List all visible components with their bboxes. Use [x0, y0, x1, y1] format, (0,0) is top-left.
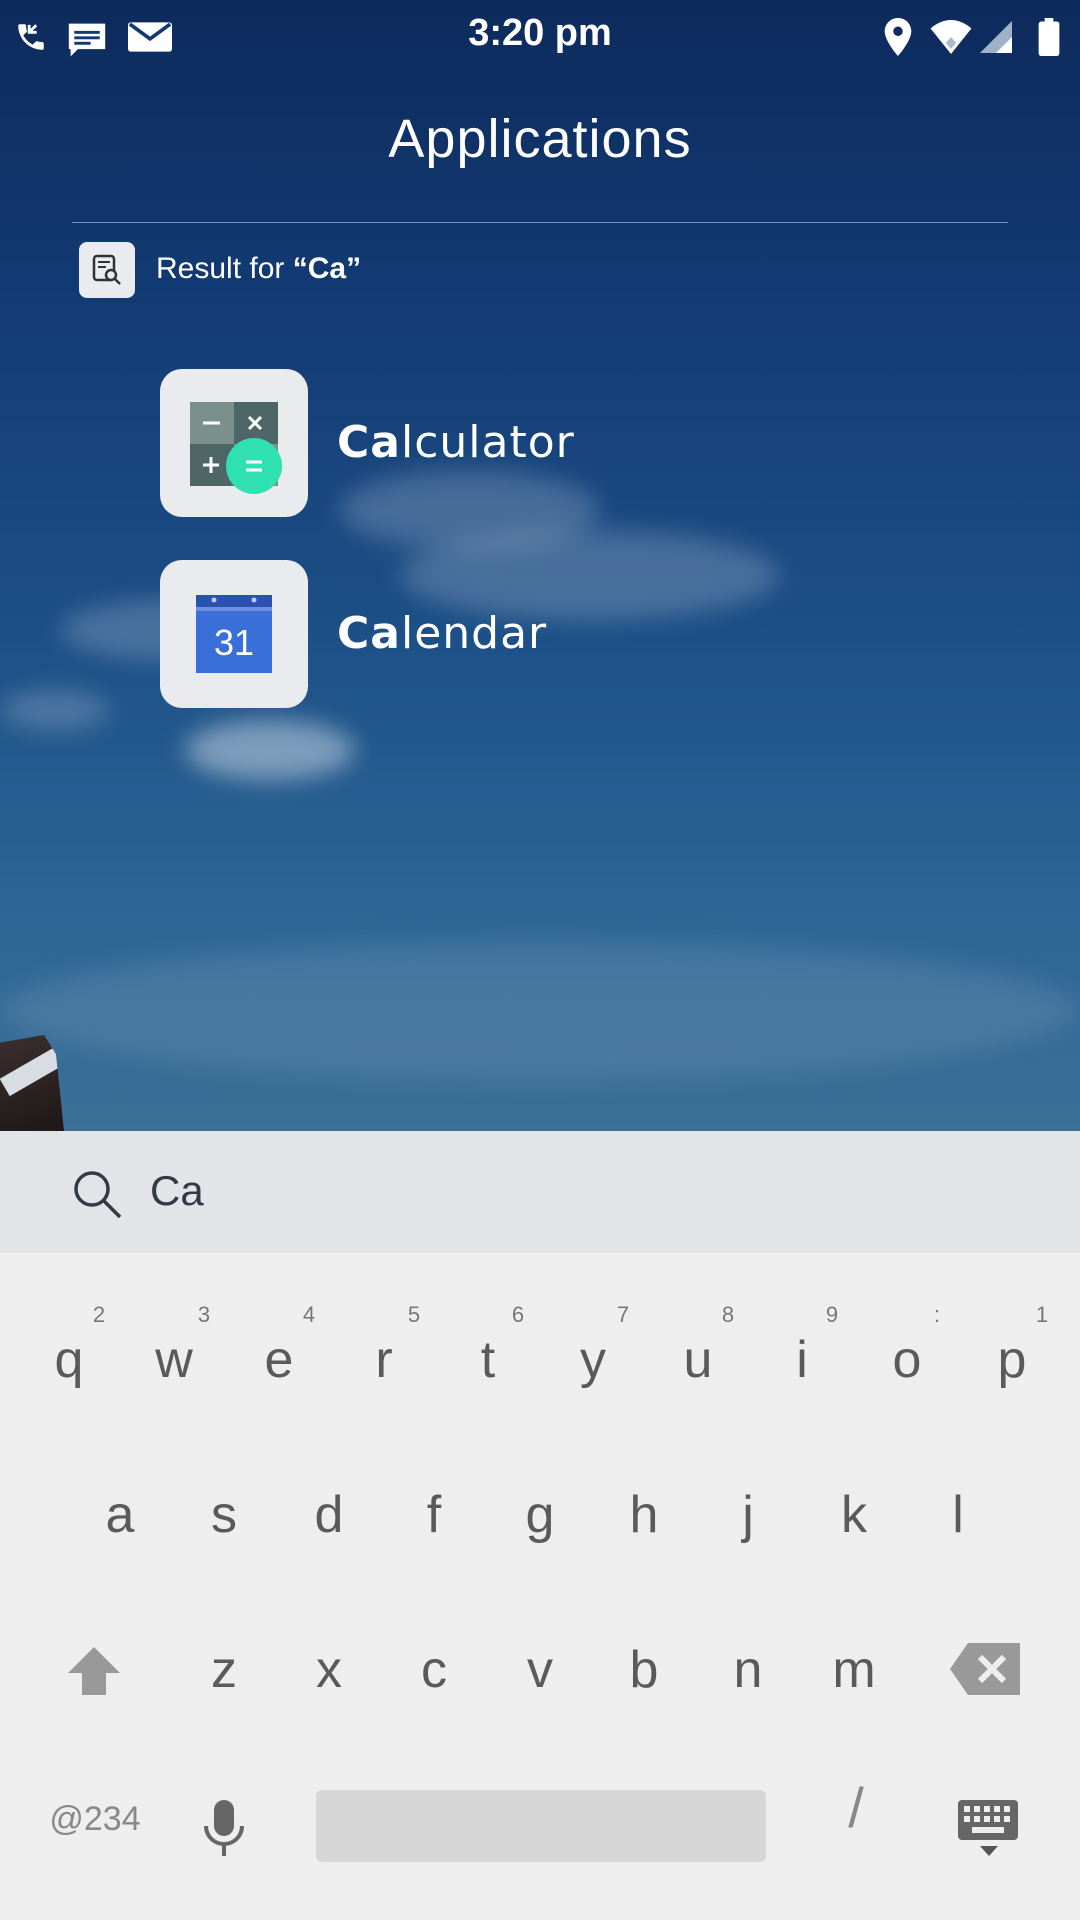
app-name-match: Ca — [337, 417, 401, 468]
key-hint: 6 — [511, 1302, 525, 1327]
app-name-match: Ca — [337, 608, 401, 659]
key-hint: 5 — [407, 1302, 421, 1327]
key-hint: 2 — [92, 1302, 106, 1327]
search-input[interactable]: Ca — [150, 1167, 204, 1215]
search-bar[interactable]: Ca — [0, 1131, 1080, 1253]
cloud-haze — [0, 940, 1080, 1080]
key-d[interactable]: d — [279, 1485, 379, 1545]
key-j[interactable]: j — [698, 1485, 798, 1545]
status-time: 3:20 pm — [468, 12, 612, 54]
key-n[interactable]: n — [698, 1640, 798, 1700]
key-e[interactable]: e — [229, 1330, 329, 1390]
battery-icon — [1038, 18, 1060, 56]
app-name-rest: lculator — [400, 417, 575, 468]
status-bar: 3:20 pm — [0, 0, 1080, 72]
result-prefix: Result for — [156, 252, 293, 285]
key-f[interactable]: f — [384, 1485, 484, 1545]
key-q[interactable]: q — [19, 1330, 119, 1390]
app-name-calculator: Calculator — [337, 417, 575, 468]
key-hint: 3 — [197, 1302, 211, 1327]
location-icon — [884, 18, 912, 56]
rock — [0, 1035, 64, 1131]
key-l[interactable]: l — [908, 1485, 1008, 1545]
search-result-icon — [79, 242, 135, 298]
search-icon — [74, 1171, 122, 1219]
key-i[interactable]: i — [752, 1330, 852, 1390]
wifi-icon — [930, 20, 972, 54]
key-v[interactable]: v — [490, 1640, 590, 1700]
key-g[interactable]: g — [490, 1485, 590, 1545]
key-hint: 1 — [1035, 1302, 1049, 1327]
cloud — [0, 690, 110, 730]
cloud — [185, 720, 355, 780]
key-hint: 8 — [721, 1302, 735, 1327]
divider — [72, 222, 1008, 223]
key-z[interactable]: z — [174, 1640, 274, 1700]
search-result-label: Result for “Ca” — [156, 252, 361, 286]
calendar-icon: 31 — [160, 560, 308, 708]
result-query: “Ca” — [292, 252, 362, 285]
key-hint: 9 — [825, 1302, 839, 1327]
key-hint: 7 — [616, 1302, 630, 1327]
app-name-rest: lendar — [400, 608, 548, 659]
app-item-calendar[interactable]: 31 Calendar — [160, 560, 960, 710]
key-r[interactable]: r — [334, 1330, 434, 1390]
page-title: Applications — [388, 109, 692, 169]
microphone-icon[interactable] — [200, 1798, 248, 1860]
signal-icon — [980, 21, 1012, 53]
key-m[interactable]: m — [804, 1640, 904, 1700]
app-name-calendar: Calendar — [337, 608, 547, 659]
key-hint: : — [933, 1302, 941, 1327]
key-hint: 4 — [302, 1302, 316, 1327]
key-p[interactable]: p — [962, 1330, 1062, 1390]
calculator-icon — [160, 369, 308, 517]
key-a[interactable]: a — [70, 1485, 170, 1545]
key-o[interactable]: o — [857, 1330, 957, 1390]
key-y[interactable]: y — [543, 1330, 643, 1390]
slash-key[interactable]: / — [806, 1775, 906, 1840]
backspace-icon[interactable] — [950, 1641, 1022, 1697]
key-h[interactable]: h — [594, 1485, 694, 1545]
key-w[interactable]: w — [124, 1330, 224, 1390]
key-t[interactable]: t — [438, 1330, 538, 1390]
symbols-key[interactable]: @234 — [40, 1800, 150, 1839]
calendar-day: 31 — [214, 622, 254, 663]
app-item-calculator[interactable]: Calculator — [160, 369, 960, 519]
key-s[interactable]: s — [174, 1485, 274, 1545]
key-b[interactable]: b — [594, 1640, 694, 1700]
key-k[interactable]: k — [804, 1485, 904, 1545]
key-x[interactable]: x — [279, 1640, 379, 1700]
keyboard-hide-icon[interactable] — [956, 1798, 1022, 1860]
shift-icon[interactable] — [66, 1645, 122, 1697]
key-c[interactable]: c — [384, 1640, 484, 1700]
key-u[interactable]: u — [648, 1330, 748, 1390]
space-bar[interactable] — [316, 1790, 766, 1862]
